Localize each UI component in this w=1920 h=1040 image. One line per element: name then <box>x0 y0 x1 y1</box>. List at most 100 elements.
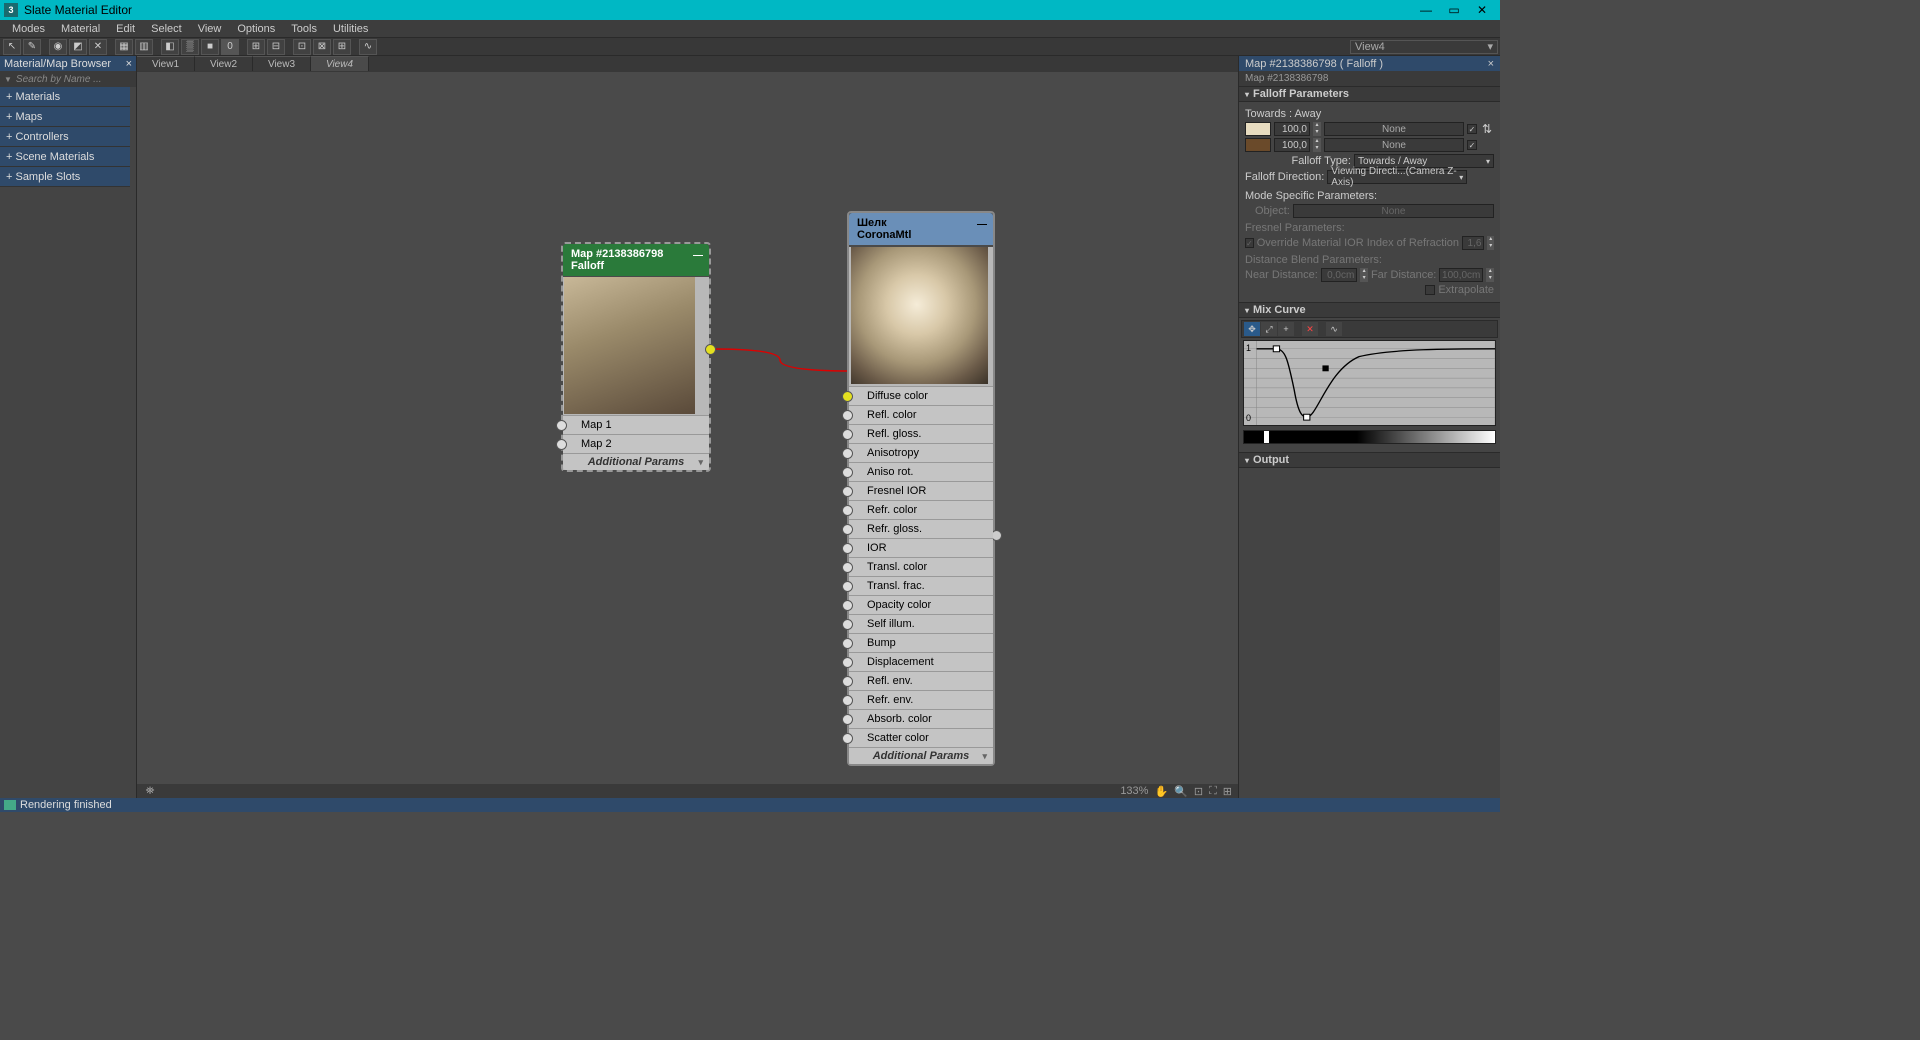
socket-icon[interactable] <box>842 695 853 706</box>
eyedropper-icon[interactable]: ✎ <box>23 39 41 55</box>
node-corona[interactable]: Шелк CoronaMtl — Diffuse colorRefl. colo… <box>847 211 995 766</box>
tool-icon[interactable]: ▥ <box>135 39 153 55</box>
socket-icon[interactable] <box>842 448 853 459</box>
checkbox-1[interactable]: ✓ <box>1467 124 1477 134</box>
nav-icon[interactable]: ⊞ <box>1223 785 1232 798</box>
tool-icon[interactable]: ∿ <box>359 39 377 55</box>
socket-icon[interactable] <box>842 429 853 440</box>
close-icon[interactable]: × <box>1488 58 1494 70</box>
tool-icon[interactable]: ■ <box>201 39 219 55</box>
socket-icon[interactable] <box>842 676 853 687</box>
search-input[interactable]: Search by Name ... <box>0 71 136 87</box>
minimize-button[interactable]: — <box>1412 1 1440 19</box>
node-footer[interactable]: Additional Params <box>563 453 709 470</box>
curve-editor[interactable]: 1 0 <box>1243 340 1496 426</box>
nav-icon[interactable]: ⊡ <box>1194 785 1203 798</box>
slot-refr-env-[interactable]: Refr. env. <box>849 690 993 709</box>
slot-transl-color[interactable]: Transl. color <box>849 557 993 576</box>
close-button[interactable]: ✕ <box>1468 1 1496 19</box>
tool-icon[interactable]: 0 <box>221 39 239 55</box>
map-button-1[interactable]: None <box>1324 122 1464 136</box>
swap-icon[interactable]: ⇅ <box>1480 122 1494 136</box>
socket-icon[interactable] <box>842 619 853 630</box>
tool-icon[interactable]: ▒ <box>181 39 199 55</box>
node-header[interactable]: Шелк CoronaMtl — <box>849 213 993 245</box>
curve-delete-icon[interactable]: ✕ <box>1302 322 1318 336</box>
tab-view3[interactable]: View3 <box>253 56 311 71</box>
nav-icon[interactable]: 🔍 <box>1174 785 1188 798</box>
menu-material[interactable]: Material <box>53 23 108 35</box>
assign-material-icon[interactable]: ◉ <box>49 39 67 55</box>
tool-icon[interactable]: ⊞ <box>333 39 351 55</box>
socket-icon[interactable] <box>556 439 567 450</box>
rollout-falloff-parameters[interactable]: Falloff Parameters <box>1239 86 1500 102</box>
slot-refl-gloss-[interactable]: Refl. gloss. <box>849 424 993 443</box>
tool-icon[interactable]: ▦ <box>115 39 133 55</box>
category-controllers[interactable]: + Controllers <box>0 127 130 147</box>
arrow-tool-icon[interactable]: ↖ <box>3 39 21 55</box>
tab-view1[interactable]: View1 <box>137 56 195 71</box>
category-sample-slots[interactable]: + Sample Slots <box>0 167 130 187</box>
color-swatch-1[interactable] <box>1245 122 1271 136</box>
slot-self-illum-[interactable]: Self illum. <box>849 614 993 633</box>
collapse-icon[interactable]: — <box>693 250 703 261</box>
socket-icon[interactable] <box>842 657 853 668</box>
menu-view[interactable]: View <box>190 23 230 35</box>
tool-icon[interactable]: ◧ <box>161 39 179 55</box>
slot-map2[interactable]: Map 2 <box>563 434 709 453</box>
map-button-2[interactable]: None <box>1324 138 1464 152</box>
curve-move-icon[interactable]: ✥ <box>1244 322 1260 336</box>
slot-diffuse-color[interactable]: Diffuse color <box>849 386 993 405</box>
slot-refl-color[interactable]: Refl. color <box>849 405 993 424</box>
layout-icon[interactable]: ⊞ <box>247 39 265 55</box>
slot-displacement[interactable]: Displacement <box>849 652 993 671</box>
socket-icon[interactable] <box>842 638 853 649</box>
layout-icon[interactable]: ⊟ <box>267 39 285 55</box>
menu-utilities[interactable]: Utilities <box>325 23 376 35</box>
close-icon[interactable]: × <box>126 58 132 70</box>
slot-aniso-rot-[interactable]: Aniso rot. <box>849 462 993 481</box>
spinner-buttons[interactable]: ▴▾ <box>1313 122 1321 136</box>
output-socket[interactable] <box>705 344 716 355</box>
socket-icon[interactable] <box>842 486 853 497</box>
checkbox-2[interactable]: ✓ <box>1467 140 1477 150</box>
curve-tool-icon[interactable]: ⤢ <box>1261 322 1277 336</box>
socket-icon[interactable] <box>842 391 853 402</box>
nav-icon[interactable]: ⛶ <box>1209 785 1217 798</box>
spinner-1[interactable]: 100,0 <box>1274 122 1310 136</box>
slot-ior[interactable]: IOR <box>849 538 993 557</box>
tool-icon[interactable]: ◩ <box>69 39 87 55</box>
slot-map1[interactable]: Map 1 <box>563 415 709 434</box>
color-swatch-2[interactable] <box>1245 138 1271 152</box>
slot-refr-color[interactable]: Refr. color <box>849 500 993 519</box>
menu-modes[interactable]: Modes <box>4 23 53 35</box>
socket-icon[interactable] <box>842 562 853 573</box>
spinner-2[interactable]: 100,0 <box>1274 138 1310 152</box>
menu-edit[interactable]: Edit <box>108 23 143 35</box>
rollout-mix-curve[interactable]: Mix Curve <box>1239 302 1500 318</box>
socket-icon[interactable] <box>842 581 853 592</box>
menu-options[interactable]: Options <box>229 23 283 35</box>
slot-absorb-color[interactable]: Absorb. color <box>849 709 993 728</box>
curve-add-icon[interactable]: + <box>1278 322 1294 336</box>
socket-icon[interactable] <box>842 524 853 535</box>
slot-refl-env-[interactable]: Refl. env. <box>849 671 993 690</box>
collapse-icon[interactable]: — <box>977 219 987 230</box>
tool-icon[interactable]: ⊡ <box>293 39 311 55</box>
node-falloff[interactable]: Map #2138386798 Falloff — Map 1 Map 2 Ad… <box>561 242 711 472</box>
socket-icon[interactable] <box>556 420 567 431</box>
socket-icon[interactable] <box>842 733 853 744</box>
socket-icon[interactable] <box>842 505 853 516</box>
node-footer[interactable]: Additional Params <box>849 747 993 764</box>
navigator-icon[interactable]: ⛯ <box>143 785 157 797</box>
socket-icon[interactable] <box>842 410 853 421</box>
panel-subtitle[interactable]: Map #2138386798 <box>1239 71 1500 86</box>
slot-fresnel-ior[interactable]: Fresnel IOR <box>849 481 993 500</box>
node-canvas[interactable]: Map #2138386798 Falloff — Map 1 Map 2 Ad… <box>137 72 1238 798</box>
spinner-buttons[interactable]: ▴▾ <box>1313 138 1321 152</box>
category-materials[interactable]: + Materials <box>0 87 130 107</box>
slot-bump[interactable]: Bump <box>849 633 993 652</box>
socket-icon[interactable] <box>842 543 853 554</box>
view-dropdown[interactable]: View4▾ <box>1350 40 1498 54</box>
maximize-button[interactable]: ▭ <box>1440 1 1468 19</box>
